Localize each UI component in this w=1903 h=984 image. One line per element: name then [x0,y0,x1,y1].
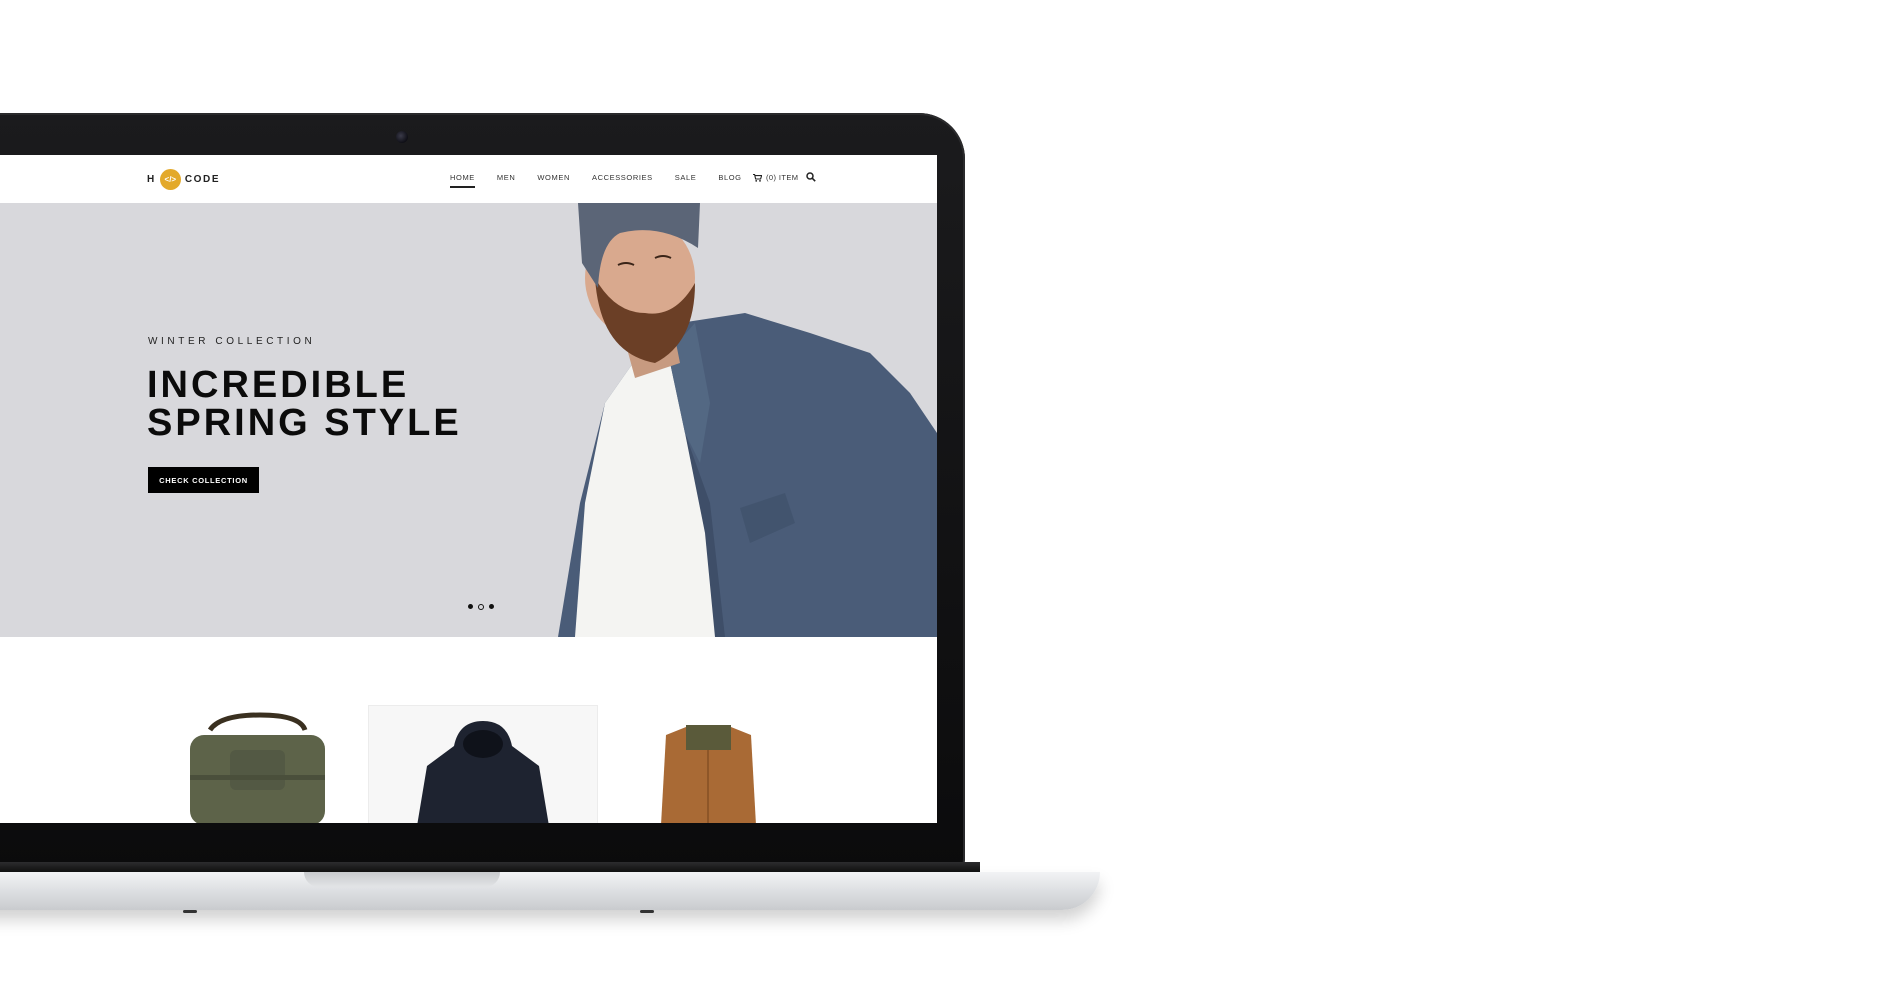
hero-slider: WINTER COLLECTION INCREDIBLE SPRING STYL… [0,203,937,637]
hero-model-image [558,203,937,637]
nav-item-men[interactable]: MEN [497,173,515,188]
product-card-bag[interactable] [140,705,368,823]
slider-dots [468,604,494,610]
laptop-base [0,872,1100,910]
laptop-screen: H </> CODE HOME MEN WOMEN ACCESSORIES SA… [0,155,937,823]
nav-item-accessories[interactable]: ACCESSORIES [592,173,653,188]
hero-eyebrow: WINTER COLLECTION [148,336,316,347]
bag-image [190,712,325,823]
nav-item-sale[interactable]: SALE [675,173,697,188]
nav-item-women[interactable]: WOMEN [537,173,570,188]
slider-dot-active[interactable] [478,604,484,610]
product-card-hoodie[interactable] [368,705,598,823]
laptop-foot [640,910,654,913]
slider-dot[interactable] [468,604,473,609]
vest-image [661,725,756,823]
hero-title-line: SPRING STYLE [147,402,462,444]
logo-text-left: H [147,173,156,185]
laptop-notch [304,872,500,887]
search-icon[interactable] [806,172,816,182]
nav-item-home[interactable]: HOME [450,173,475,188]
laptop-foot [183,910,197,913]
slider-dot[interactable] [489,604,494,609]
cart-icon [753,173,762,182]
laptop-hinge [0,862,980,872]
hoodie-image [417,721,549,823]
cart-link[interactable]: (0) ITEM [753,173,798,182]
hero-title: INCREDIBLE SPRING STYLE [147,366,567,442]
nav-item-blog[interactable]: BLOG [718,173,741,188]
cart-count: (0) ITEM [766,173,799,182]
webcam-icon [396,131,408,143]
hero-title-line: INCREDIBLE [147,364,410,406]
site-header: H </> CODE HOME MEN WOMEN ACCESSORIES SA… [0,155,937,203]
logo-badge: </> [159,168,181,190]
product-row [0,637,937,823]
site-logo[interactable]: H </> CODE [147,168,220,190]
check-collection-button[interactable]: CHECK COLLECTION [148,467,259,493]
main-nav: HOME MEN WOMEN ACCESSORIES SALE BLOG [450,173,764,188]
logo-text-right: CODE [184,173,221,185]
product-card-vest[interactable] [596,705,824,823]
